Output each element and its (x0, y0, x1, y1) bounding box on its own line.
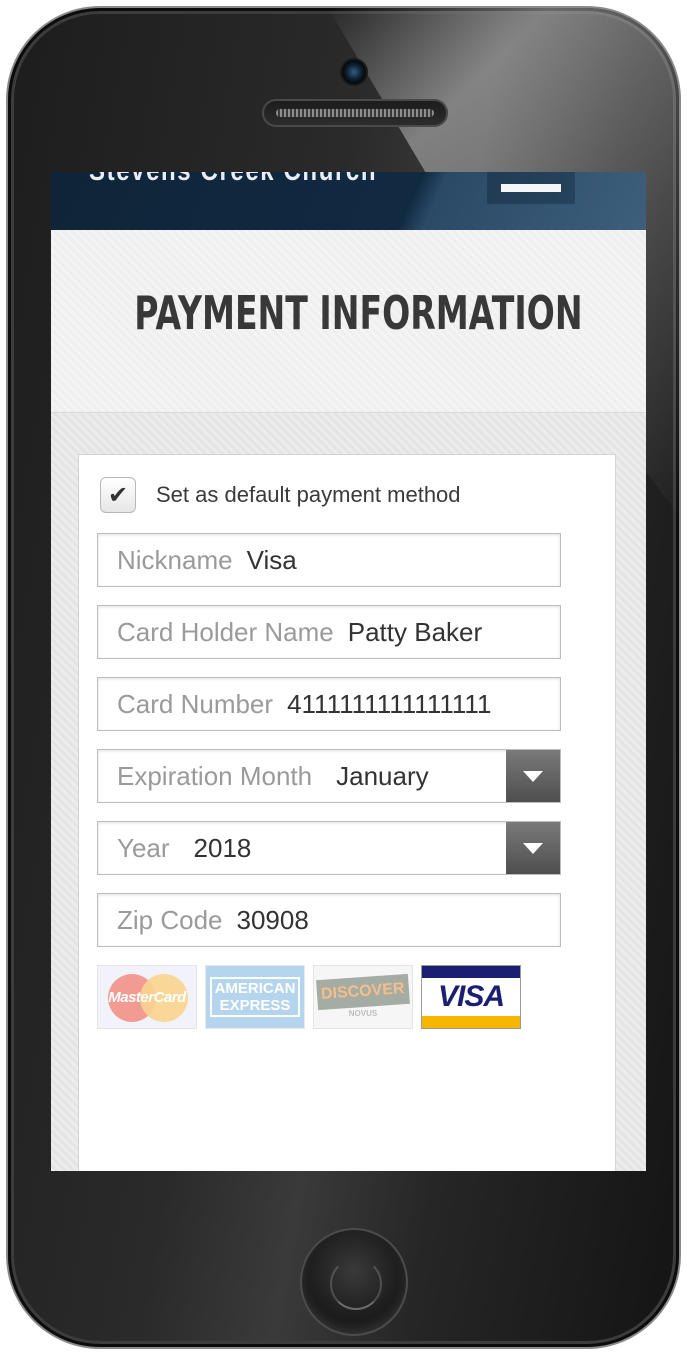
nickname-field[interactable]: Nickname Visa (97, 533, 561, 587)
phone-screen: Stevens Creek Church PAYMENT INFORMATION… (51, 172, 646, 1171)
card-holder-value: Patty Baker (347, 616, 483, 647)
discover-text: DISCOVER (316, 973, 410, 1010)
card-number-label: Card Number (117, 688, 274, 719)
discover-subtext: NOVUS (348, 1008, 378, 1018)
card-brand-selector: MasterCard AMERICAN EXPRESS DISCOVER NOV… (97, 965, 521, 1029)
checkmark-icon: ✔ (107, 481, 129, 509)
card-number-value: 4111111111111111 (287, 688, 492, 719)
chevron-down-icon[interactable] (506, 750, 560, 802)
amex-line-2: EXPRESS (219, 997, 291, 1014)
nickname-value: Visa (246, 544, 297, 575)
front-camera (342, 60, 366, 84)
zip-code-field[interactable]: Zip Code 30908 (97, 893, 561, 947)
expiration-month-label: Expiration Month (117, 760, 313, 791)
year-value: 2018 (193, 832, 252, 863)
card-holder-label: Card Holder Name (117, 616, 334, 647)
default-payment-label: Set as default payment method (156, 482, 461, 507)
chevron-down-icon[interactable] (506, 822, 560, 874)
visa-logo[interactable]: VISA (421, 965, 521, 1029)
mastercard-text: MasterCard (108, 988, 186, 1006)
site-title[interactable]: Stevens Creek Church (89, 172, 377, 188)
default-payment-checkbox[interactable]: ✔ (100, 477, 136, 513)
earpiece-speaker (262, 99, 448, 127)
visa-blue-band (422, 966, 520, 978)
page-title: PAYMENT INFORMATION (134, 286, 583, 340)
amex-logo[interactable]: AMERICAN EXPRESS (205, 965, 305, 1029)
card-number-field[interactable]: Card Number 4111111111111111 (97, 677, 561, 731)
site-header: Stevens Creek Church (51, 172, 646, 230)
expiration-month-select[interactable]: Expiration Month January (97, 749, 561, 803)
discover-logo[interactable]: DISCOVER NOVUS (313, 965, 413, 1029)
amex-text: AMERICAN EXPRESS (209, 977, 301, 1017)
mastercard-logo[interactable]: MasterCard (97, 965, 197, 1029)
default-payment-row[interactable]: ✔ Set as default payment method (100, 477, 461, 513)
amex-line-1: AMERICAN (214, 980, 296, 997)
page-banner: PAYMENT INFORMATION (51, 230, 646, 413)
zip-code-value: 30908 (236, 904, 309, 935)
year-label: Year (117, 832, 170, 863)
card-holder-field[interactable]: Card Holder Name Patty Baker (97, 605, 561, 659)
payment-form: ✔ Set as default payment method Nickname… (78, 454, 616, 1171)
visa-text: VISA (437, 980, 505, 1013)
expiration-month-value: January (336, 760, 429, 791)
home-button[interactable] (300, 1228, 408, 1336)
nickname-label: Nickname (117, 544, 233, 575)
zip-code-label: Zip Code (117, 904, 223, 935)
year-select[interactable]: Year 2018 (97, 821, 561, 875)
menu-button[interactable] (487, 172, 575, 204)
hamburger-menu-icon (501, 184, 561, 192)
visa-gold-band (422, 1016, 520, 1028)
